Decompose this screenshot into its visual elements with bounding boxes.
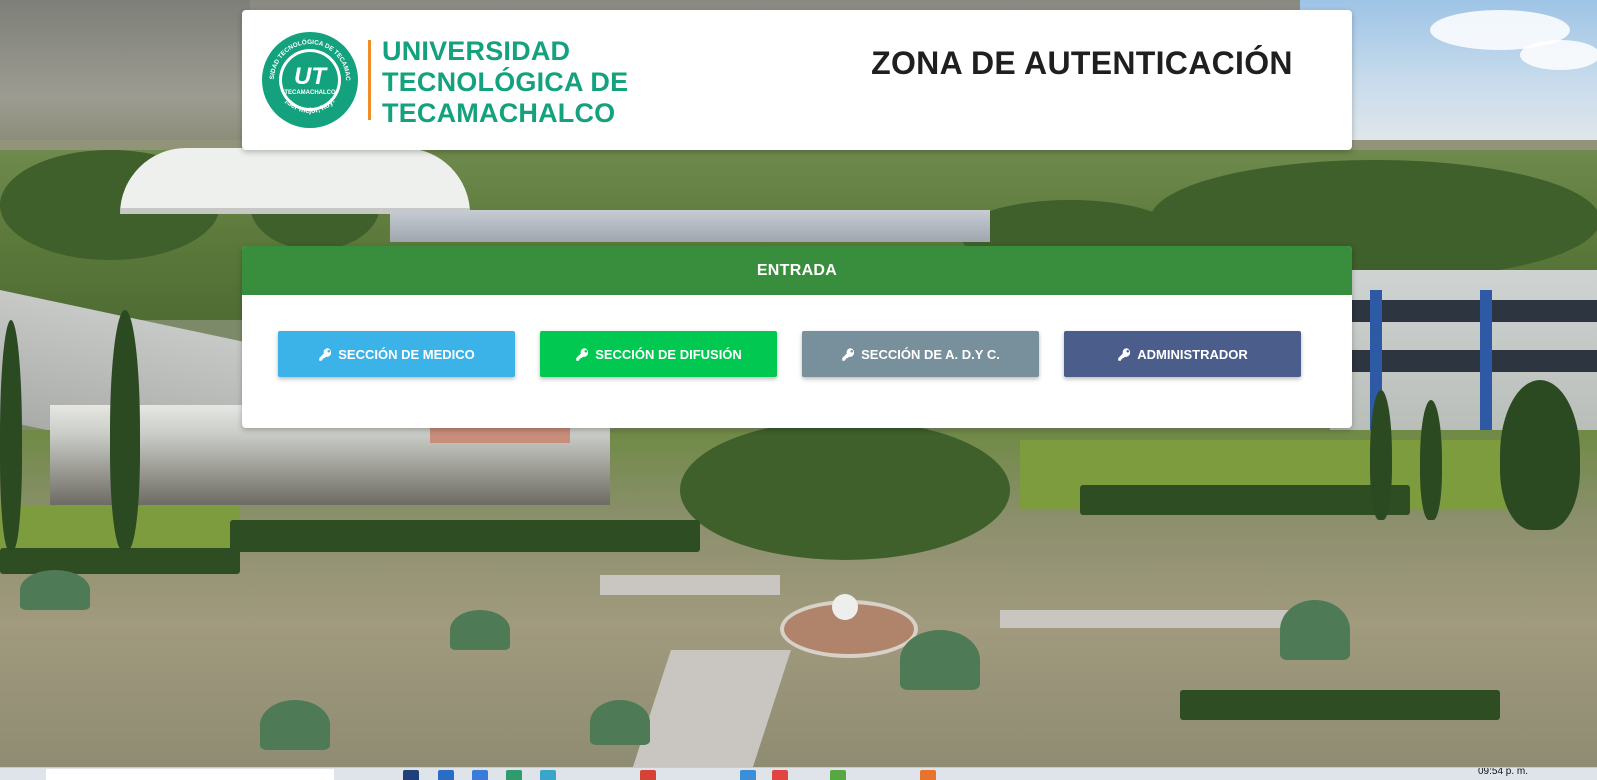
background-cloud: [1520, 40, 1597, 70]
ady-section-button[interactable]: SECCIÓN DE A. D.Y C.: [802, 331, 1039, 377]
taskbar-clock[interactable]: 09:54 p. m.: [1478, 768, 1528, 777]
background-arched-roof: [120, 148, 470, 214]
university-name-line: TECAMACHALCO: [382, 98, 616, 128]
background-cypress: [110, 310, 140, 550]
background-hedge: [1080, 485, 1410, 515]
administrator-button[interactable]: ADMINISTRADOR: [1064, 331, 1301, 377]
background-hedge: [1180, 690, 1500, 720]
background-agave: [900, 630, 980, 690]
taskbar-search-box[interactable]: [46, 769, 334, 780]
administrator-button-label: ADMINISTRADOR: [1137, 346, 1248, 362]
key-icon: [576, 347, 589, 361]
difusion-section-button[interactable]: SECCIÓN DE DIFUSIÓN: [540, 331, 777, 377]
header-card: UNIVERSIDAD TECNOLÓGICA DE TECAMACHALCO …: [242, 10, 1352, 150]
background-agave: [1280, 600, 1350, 660]
medico-section-button-label: SECCIÓN DE MEDICO: [338, 346, 475, 362]
background-cypress: [1500, 380, 1580, 530]
background-agave: [590, 700, 650, 745]
building-pillar: [1480, 290, 1492, 440]
background-walkway: [1000, 610, 1320, 628]
seal-badge-caption: TECAMACHALCO: [284, 90, 336, 96]
logo-divider: [368, 40, 371, 120]
key-icon: [842, 347, 855, 361]
os-taskbar: 09:54 p. m.: [0, 767, 1597, 780]
background-cypress: [1420, 400, 1442, 520]
university-name-line: TECNOLÓGICA DE: [382, 67, 629, 97]
background-central-tree: [680, 420, 1010, 560]
key-icon: [1118, 347, 1131, 361]
key-icon: [319, 347, 332, 361]
background-agave: [450, 610, 510, 650]
background-fountain-sphere: [832, 594, 858, 620]
page-title: ZONA DE AUTENTICACIÓN: [871, 45, 1293, 81]
seal-badge-text: UT: [294, 63, 328, 90]
difusion-section-button-label: SECCIÓN DE DIFUSIÓN: [595, 346, 742, 362]
ady-section-button-label: SECCIÓN DE A. D.Y C.: [861, 346, 1000, 362]
background-hedge: [0, 548, 240, 574]
login-panel-heading: ENTRADA: [242, 246, 1352, 295]
university-name-line: UNIVERSIDAD: [382, 36, 571, 66]
background-hill-left: [0, 0, 250, 140]
background-gallery-building: [390, 210, 990, 242]
university-name: UNIVERSIDAD TECNOLÓGICA DE TECAMACHALCO: [382, 36, 628, 129]
background-cypress: [0, 320, 22, 550]
background-hedge: [230, 520, 700, 552]
background-walkway: [600, 575, 780, 595]
background-agave: [20, 570, 90, 610]
university-seal-logo: UNIVERSIDAD TECNOLÓGICA DE TECAMACHALCO …: [260, 30, 358, 128]
background-cypress: [1370, 390, 1392, 520]
background-agave: [260, 700, 330, 750]
login-panel: ENTRADA SECCIÓN DE MEDICO SECCIÓN DE DIF…: [242, 246, 1352, 428]
medico-section-button[interactable]: SECCIÓN DE MEDICO: [278, 331, 515, 377]
